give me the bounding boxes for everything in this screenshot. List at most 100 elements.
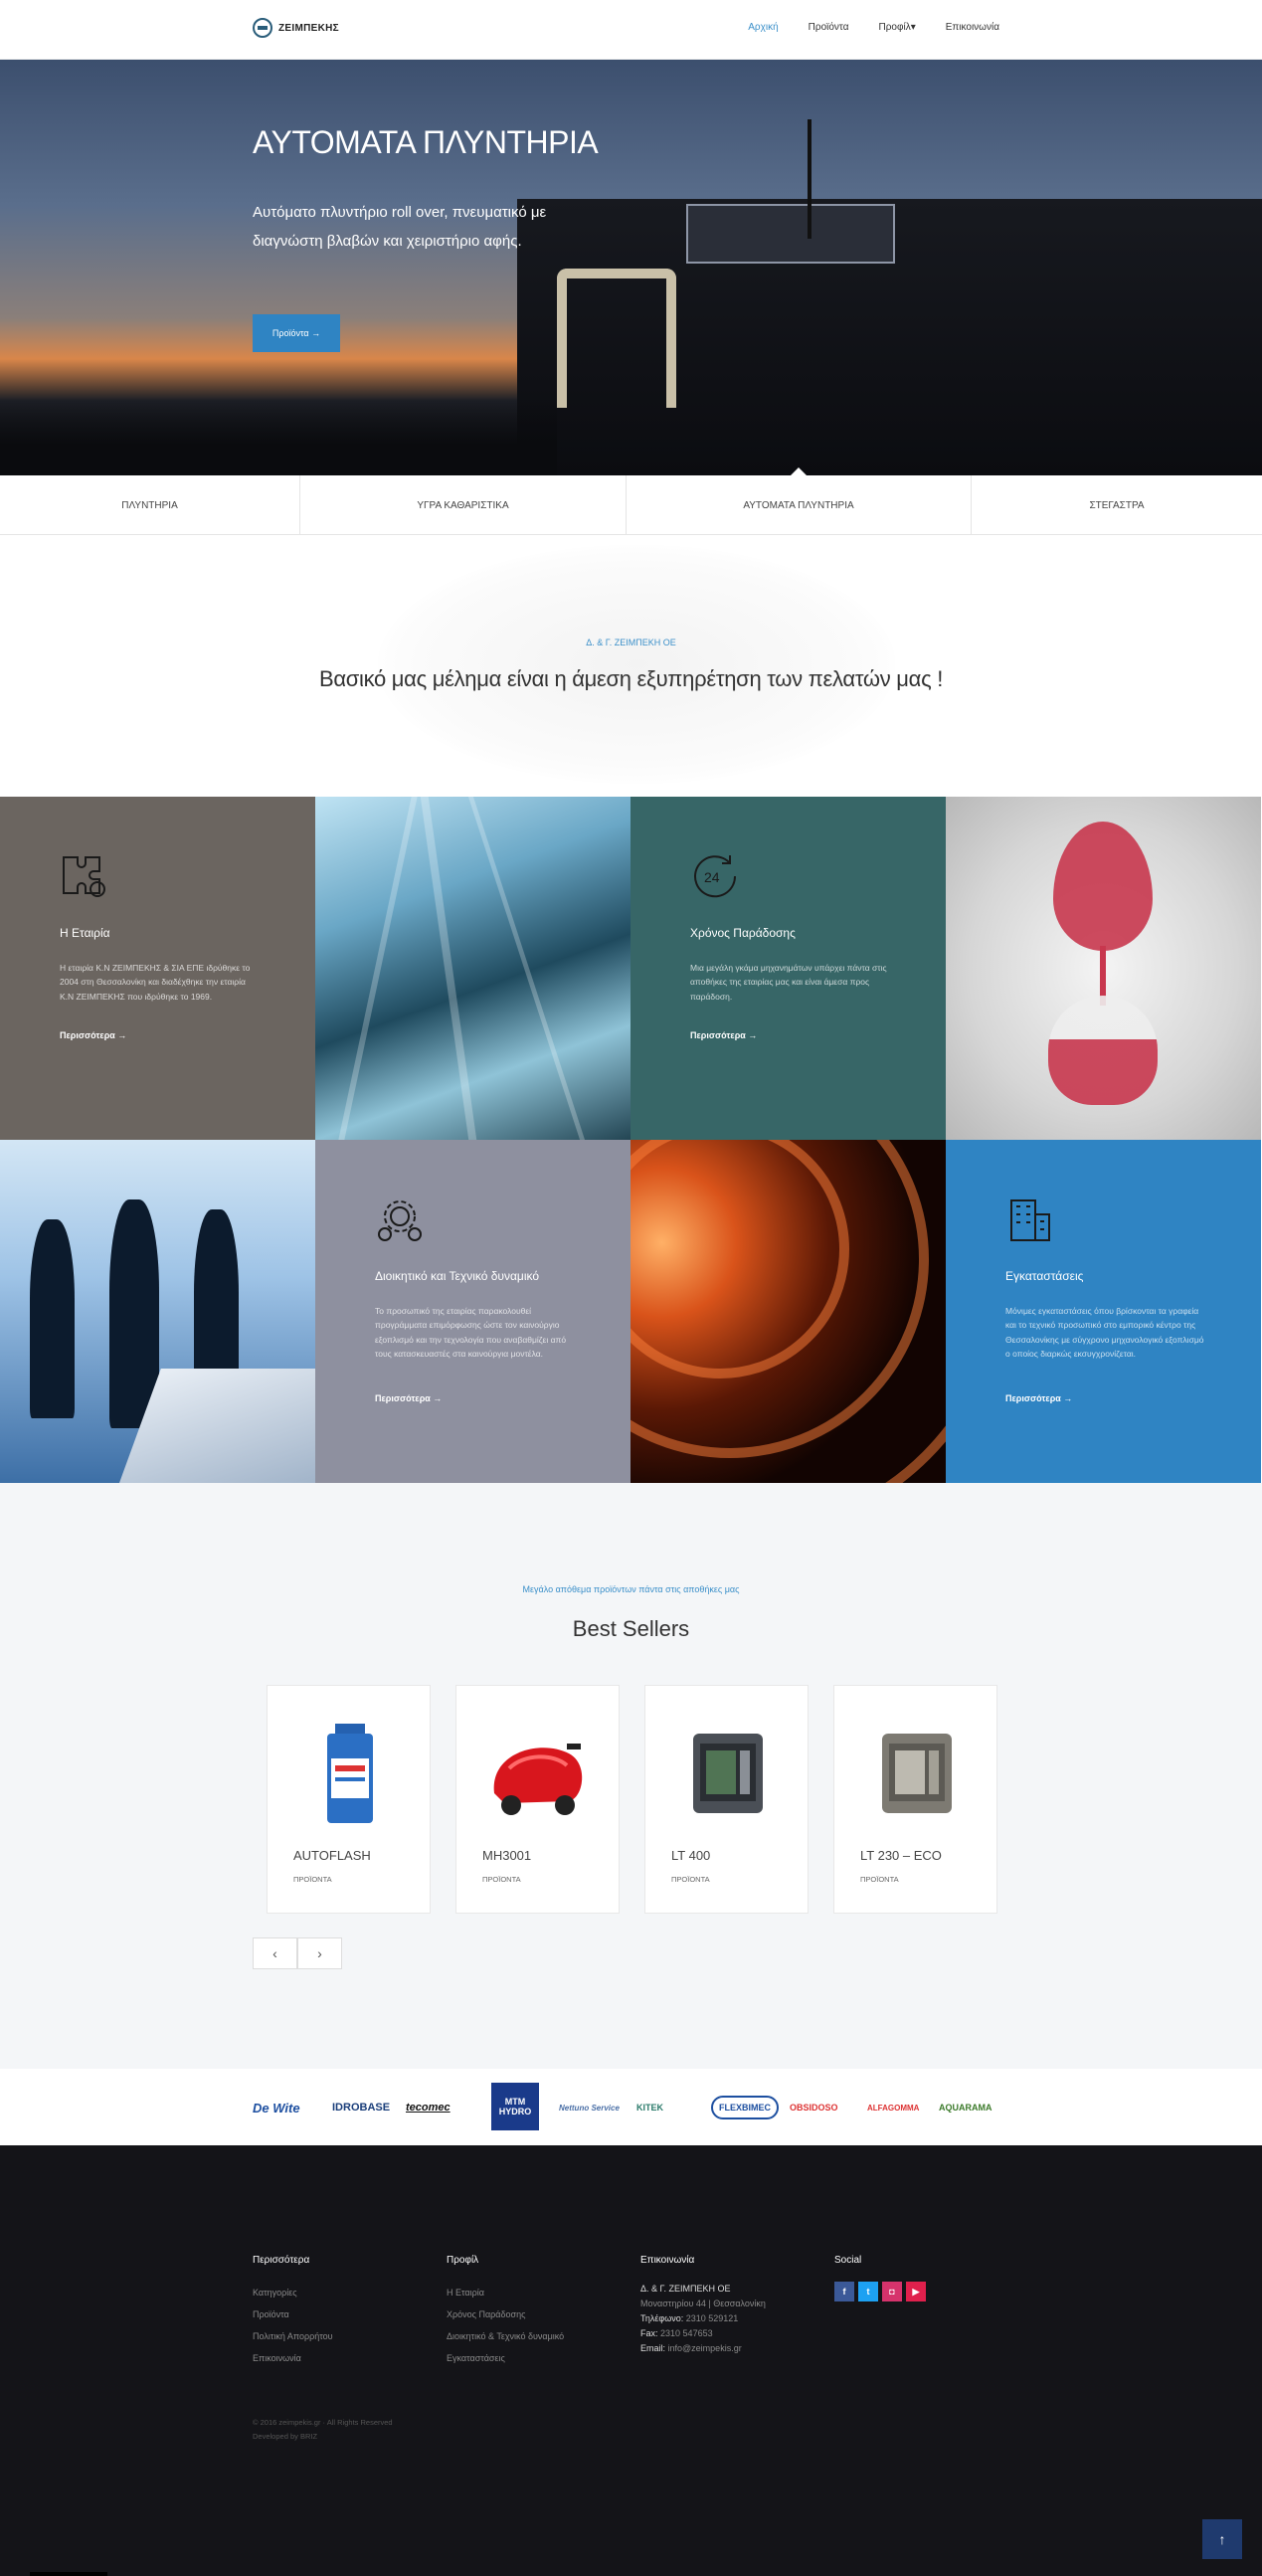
feature-delivery-title: Χρόνος Παράδοσης (690, 926, 796, 940)
feature-delivery-text: Μια μεγάλη γκάμα μηχανημάτων υπάρχει πάν… (690, 963, 887, 1002)
best-sellers-label: Μεγάλο απόθεμα προϊόντων πάντα στις αποθ… (522, 1584, 740, 1594)
product-category[interactable]: ΠΡΟΪΟΝΤΑ (293, 1875, 332, 1884)
gears-icon (378, 1200, 422, 1241)
hero-products-button[interactable]: Προϊόντα → (253, 314, 340, 352)
glass-building-image (315, 797, 631, 1140)
feature-company: Η Εταιρία Η εταιρία Κ.Ν ΖΕΙΜΠΕΚΗΣ & ΣΙΑ … (0, 797, 315, 1140)
nav-profile-label: Προφίλ (878, 22, 911, 33)
feature-staff-title: Διοικητικό και Τεχνικό δυναμικό (375, 1269, 540, 1283)
nav-profile[interactable]: Προφίλ▾ (879, 22, 916, 33)
brand-logo-aquarama[interactable]: AQUARAMA (939, 2093, 992, 2122)
product-image-lt230-eco[interactable] (854, 1711, 979, 1835)
feature-facilities-title: Εγκαταστάσεις (1005, 1269, 1084, 1283)
footer-email[interactable]: Email: info@zeimpekis.gr (640, 2341, 766, 2356)
facebook-icon[interactable]: f (834, 2282, 854, 2301)
site-header: ΖΕΙΜΠΕΚΗΣ Αρχική Προϊόντα Προφίλ▾ Επικοι… (0, 0, 1262, 60)
product-card[interactable]: AUTOFLASH ΠΡΟΪΟΝΤΑ (267, 1685, 431, 1914)
tab-cleaning-liquids[interactable]: ΥΓΡΑ ΚΑΘΑΡΙΣΤΙΚΑ (300, 475, 627, 535)
hourglass-image (946, 797, 1261, 1140)
tab-canopies[interactable]: ΣΤΕΓΑΣΤΡΑ (972, 475, 1262, 535)
nav-products[interactable]: Προϊόντα (809, 22, 849, 33)
intro-section: Δ. & Γ. ΖΕΙΜΠΕΚΗ ΟΕ Βασικό μας μέλημα εί… (0, 535, 1262, 797)
best-sellers-section: Μεγάλο απόθεμα προϊόντων πάντα στις αποθ… (0, 1483, 1262, 2069)
feature-facilities-more-link[interactable]: Περισσότερα → (1005, 1393, 1072, 1403)
feature-staff-more-link[interactable]: Περισσότερα → (375, 1393, 442, 1403)
product-card[interactable]: LT 230 – ECO ΠΡΟΪΟΝΤΑ (833, 1685, 997, 1914)
footer-link-products[interactable]: Προϊόντα (253, 2303, 333, 2325)
product-category[interactable]: ΠΡΟΪΟΝΤΑ (860, 1875, 899, 1884)
svg-text:24: 24 (704, 869, 720, 885)
tab-washers[interactable]: ΠΛΥΝΤΗΡΙΑ (0, 475, 300, 535)
site-logo[interactable]: ΖΕΙΜΠΕΚΗΣ (253, 18, 339, 38)
product-image-autoflash[interactable] (287, 1711, 412, 1835)
footer-col-title: Προφίλ (447, 2255, 479, 2266)
footer-link-contact[interactable]: Επικοινωνία (253, 2347, 333, 2369)
footer-copyright: © 2016 zeimpekis.gr · All Rights Reserve… (253, 2416, 393, 2444)
brand-logo-flexbimec[interactable]: FLEXBIMEC (711, 2096, 780, 2119)
hero-image-arch (557, 269, 676, 408)
hero-image-lamp (808, 119, 811, 239)
logo-emblem-icon (253, 18, 272, 38)
product-card[interactable]: LT 400 ΠΡΟΪΟΝΤΑ (644, 1685, 809, 1914)
brand-logo-nettuno[interactable]: Nettuno Service (559, 2093, 620, 2122)
world-map-background (378, 545, 895, 784)
product-image-lt400[interactable] (665, 1711, 790, 1835)
nav-contact[interactable]: Επικοινωνία (946, 22, 999, 33)
feature-facilities: Εγκαταστάσεις Μόνιμες εγκαταστάσεις όπου… (946, 1140, 1261, 1483)
product-category[interactable]: ΠΡΟΪΟΝΤΑ (671, 1875, 710, 1884)
copyright-text: © 2016 zeimpekis.gr · All Rights Reserve… (253, 2418, 393, 2427)
footer-phone: Τηλέφωνο: 2310 529121 (640, 2313, 739, 2323)
footer-col-title: Επικοινωνία (640, 2255, 695, 2266)
footer-link-company[interactable]: Η Εταιρία (447, 2282, 564, 2303)
footer-link-facilities[interactable]: Εγκαταστάσεις (447, 2347, 564, 2369)
footer-fax: Fax: 2310 547653 (640, 2328, 713, 2338)
footer-link-staff[interactable]: Διοικητικό & Τεχνικό δυναμικό (447, 2325, 564, 2347)
clock-24-icon: 24 (694, 855, 737, 898)
instagram-icon[interactable]: ◘ (882, 2282, 902, 2301)
hero-banner: ΑΥΤΟΜΑΤΑ ΠΛΥΝΤΗΡΙΑ Αυτόματο πλυντήριο ro… (0, 60, 1262, 475)
brand-logo-obsidoso[interactable]: OBSIDOSO (790, 2093, 838, 2122)
feature-staff: Διοικητικό και Τεχνικό δυναμικό Το προσω… (315, 1140, 631, 1483)
footer-col-social: Social f t ◘ ▶ (834, 2255, 926, 2301)
product-category[interactable]: ΠΡΟΪΟΝΤΑ (482, 1875, 521, 1884)
carousel-prev-button[interactable]: ‹ (253, 1937, 297, 1969)
feature-staff-text: Το προσωπικό της εταιρίας παρακολουθεί π… (375, 1306, 567, 1360)
product-name[interactable]: LT 400 (671, 1848, 710, 1863)
feature-delivery-more-link[interactable]: Περισσότερα → (690, 1030, 757, 1040)
carousel-next-button[interactable]: › (297, 1937, 342, 1969)
twitter-icon[interactable]: t (858, 2282, 878, 2301)
product-card[interactable]: MH3001 ΠΡΟΪΟΝΤΑ (455, 1685, 620, 1914)
building-icon (1010, 1199, 1050, 1241)
brand-logo-idrobase[interactable]: IDROBASE (332, 2093, 390, 2122)
brand-logo-tecomec[interactable]: tecomec (406, 2093, 451, 2122)
product-name[interactable]: MH3001 (482, 1848, 531, 1863)
product-image-mh3001[interactable] (476, 1711, 601, 1835)
footer-link-privacy[interactable]: Πολιτική Απορρήτου (253, 2325, 333, 2347)
footer-col-more: Περισσότερα Κατηγορίες Προϊόντα Πολιτική… (253, 2255, 333, 2369)
footer-col-contact: Επικοινωνία Δ. & Γ. ΖΕΙΜΠΕΚΗ ΟΕ Μοναστηρ… (640, 2255, 766, 2356)
hero-subtitle: Αυτόματο πλυντήριο roll over, πνευματικό… (253, 204, 547, 250)
back-to-top-button[interactable]: ↑ (1202, 2519, 1242, 2559)
brand-logo-dewite[interactable]: De Wite (253, 2093, 300, 2122)
product-name[interactable]: AUTOFLASH (293, 1848, 371, 1863)
brand-logo-kitek[interactable]: KITEK (636, 2093, 663, 2122)
tab-automatic-washers[interactable]: ΑΥΤΟΜΑΤΑ ΠΛΥΝΤΗΡΙΑ (627, 475, 972, 535)
brand-logo-mtm-hydro[interactable]: MTM HYDRO (491, 2083, 539, 2130)
footer-link-categories[interactable]: Κατηγορίες (253, 2282, 333, 2303)
youtube-icon[interactable]: ▶ (906, 2282, 926, 2301)
brand-logo-alfagomma[interactable]: ALFAGOMMA (867, 2093, 919, 2122)
footer-address: Μοναστηρίου 44 | Θεσσαλονίκη (640, 2299, 766, 2308)
intro-title: Βασικό μας μέλημα είναι η άμεση εξυπηρέτ… (318, 666, 944, 691)
brand-logos-strip: De Wite IDROBASE tecomec MTM HYDRO Nettu… (0, 2069, 1262, 2145)
footer-link-delivery[interactable]: Χρόνος Παράδοσης (447, 2303, 564, 2325)
feature-company-more-link[interactable]: Περισσότερα → (60, 1030, 126, 1040)
feature-company-text: Η εταιρία Κ.Ν ΖΕΙΜΠΕΚΗΣ & ΣΙΑ ΕΠΕ ιδρύθη… (60, 963, 251, 1002)
social-links: f t ◘ ▶ (834, 2282, 926, 2301)
developer-credit[interactable]: Developed by BRIZ (253, 2430, 393, 2444)
product-name[interactable]: LT 230 – ECO (860, 1848, 942, 1863)
slider-tabs: ΠΛΥΝΤΗΡΙΑ ΥΓΡΑ ΚΑΘΑΡΙΣΤΙΚΑ ΑΥΤΟΜΑΤΑ ΠΛΥΝ… (0, 475, 1262, 535)
nav-home[interactable]: Αρχική (748, 22, 778, 33)
main-nav: Αρχική Προϊόντα Προφίλ▾ Επικοινωνία (748, 22, 999, 33)
carousel-controls: ‹ › (253, 1937, 342, 1969)
cookie-notice-bar (30, 2572, 107, 2576)
